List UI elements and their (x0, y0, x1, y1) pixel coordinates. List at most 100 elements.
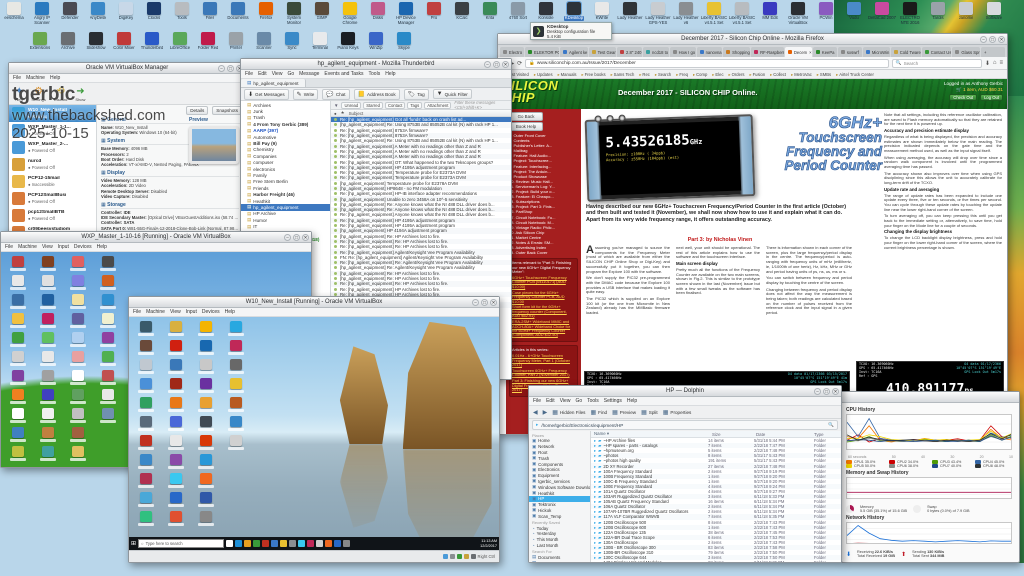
expander-icon[interactable]: ▸ (594, 560, 596, 562)
guest-desktop-icon[interactable] (35, 256, 61, 271)
filter-starred-button[interactable]: Starred (363, 102, 383, 109)
dolphin-file-list[interactable]: ▸▰~HP Archive files14 items5/31/18 5:44 … (591, 438, 841, 562)
filter-attachment-button[interactable]: Attachment (424, 102, 451, 109)
thread-column-icon[interactable]: ● (334, 111, 337, 116)
tag-button[interactable]: 🏷Tag (404, 89, 429, 100)
guest-desktop-icon[interactable] (133, 321, 159, 336)
settings-button[interactable]: ⚙Settings (31, 86, 45, 102)
filter-contact-button[interactable]: Contact (385, 102, 405, 109)
guest-desktop-icon[interactable] (5, 370, 31, 385)
guest-desktop-icon[interactable] (163, 321, 189, 336)
desktop-icon[interactable]: HP Device Manager (392, 2, 420, 25)
guest-desktop-icon[interactable] (133, 416, 159, 431)
desktop-icon[interactable]: DigiKey (112, 2, 140, 25)
tb-menu-go[interactable]: Go (287, 71, 294, 77)
desktop-icon[interactable]: GIMP (308, 2, 336, 25)
search-item[interactable]: ▤Images (529, 560, 590, 562)
dolphin-places-panel[interactable]: Places▣Home▣Network▣Root▣Trash▣Component… (529, 431, 591, 562)
vm-list-item[interactable]: PCP12-15mail● Inaccessible (9, 173, 96, 190)
guest-desktop-icon[interactable] (65, 332, 91, 347)
guest-desktop-icon[interactable] (163, 492, 189, 507)
bookmark-item[interactable]: ▸Collect (770, 72, 786, 77)
book-help-button[interactable]: Book Help (509, 122, 543, 131)
desktop-icon[interactable]: Files (196, 2, 224, 25)
browser-tab[interactable]: ELEKTOR PCB (525, 47, 559, 57)
w10-menu-input[interactable]: Input (186, 309, 197, 315)
snapshots-tab[interactable]: Snapshots (212, 106, 242, 115)
guest-desktop-icon[interactable] (163, 435, 189, 450)
guest-desktop-icon[interactable] (65, 446, 91, 461)
desktop-icon[interactable]: Scanner (250, 32, 278, 51)
tb-menu-view[interactable]: View (272, 71, 283, 77)
desktop-icon[interactable]: ELECTRO NTE 2016 (896, 2, 924, 25)
details-tab[interactable]: Details (186, 106, 208, 115)
browser-tab[interactable]: Shopping (723, 47, 750, 57)
desktop-icon[interactable]: AnyDesk (84, 2, 112, 25)
guest-desktop-icon[interactable] (193, 473, 219, 488)
sysmon-titlebar[interactable] (842, 392, 1019, 403)
xp-menu-file[interactable]: File (5, 244, 13, 250)
guest-desktop-icon[interactable] (133, 511, 159, 526)
guest-desktop-icon[interactable] (133, 340, 159, 355)
browser-tab[interactable]: Decem× (785, 47, 812, 57)
close-icon[interactable]: ✕ (998, 36, 1005, 43)
desktop-icon[interactable]: Piano Keys (334, 32, 362, 51)
desktop-icon[interactable]: DeltaCad 2007 (868, 2, 896, 25)
guest-desktop-icon[interactable] (193, 416, 219, 431)
dolphin-menu-settings[interactable]: Settings (604, 398, 622, 404)
w10-menu-devices[interactable]: Devices (202, 309, 220, 315)
guest-desktop-icon[interactable] (223, 416, 249, 431)
tb-menu-events-and-tasks[interactable]: Events and Tasks (324, 71, 363, 77)
star-column-icon[interactable]: ★ (341, 110, 345, 116)
guest-desktop-icon[interactable] (133, 454, 159, 469)
filter-hint[interactable]: Filter these messages <Ctrl+Shift+K> (454, 101, 508, 110)
guest-desktop-icon[interactable] (95, 313, 121, 328)
preview-button[interactable]: ▦Preview (612, 409, 636, 416)
guest-desktop-icon[interactable] (163, 359, 189, 374)
find-button[interactable]: ▦Find (590, 409, 607, 416)
file-row[interactable]: ▸▰140A Display Unit and Modules68 items6… (591, 560, 841, 562)
desktop-icon[interactable]: Oracle VM VirtualBox (784, 2, 812, 25)
w10-taskbar-icon[interactable] (325, 540, 332, 547)
dolphin-menu-go[interactable]: Go (575, 398, 582, 404)
desktop-icon[interactable]: Google Chrome (336, 2, 364, 25)
desktop-icon[interactable]: Tardis (924, 2, 952, 25)
guest-desktop-icon[interactable] (95, 389, 121, 404)
guest-desktop-icon[interactable] (223, 378, 249, 393)
desktop-icon[interactable]: Clocks (140, 2, 168, 25)
vm-list-item[interactable]: WXP_Master_2-...● Powered Off (9, 139, 96, 156)
vbox-menu-machine[interactable]: Machine (26, 75, 45, 81)
w10-guest-desktop[interactable]: ⊞ ○ Type here to search 11:13 AM12/2/201… (129, 317, 499, 562)
desktop-icon[interactable]: Slideshow (82, 32, 110, 51)
guest-desktop-icon[interactable] (223, 321, 249, 336)
guest-desktop-icon[interactable] (35, 408, 61, 423)
thunderbird-titlebar[interactable]: hp_agilent_equipment - Mozilla Thunderbi… (241, 59, 511, 70)
guest-desktop-icon[interactable] (65, 408, 91, 423)
guest-desktop-icon[interactable] (133, 378, 159, 393)
desktop-icon[interactable]: WinZip (362, 32, 390, 51)
guest-desktop-icon[interactable] (95, 332, 121, 347)
desktop-icon[interactable]: Lady Heather GPS-YES (644, 2, 672, 25)
desktop-icon[interactable]: Color Mixer (110, 32, 138, 51)
guest-desktop-icon[interactable] (193, 378, 219, 393)
minimize-icon[interactable]: – (980, 36, 987, 43)
split-button[interactable]: ▦Split (641, 409, 658, 416)
guest-desktop-icon[interactable] (133, 397, 159, 412)
guest-desktop-icon[interactable] (65, 256, 91, 271)
desktop-icon[interactable]: Lady Heather v6 (672, 2, 700, 25)
guest-desktop-icon[interactable] (163, 340, 189, 355)
guest-desktop-icon[interactable] (223, 435, 249, 450)
bookmark-item[interactable]: ▸Elec (712, 72, 723, 77)
w10-taskbar-icon[interactable] (289, 540, 296, 547)
desktop-icon[interactable]: Defender (56, 2, 84, 25)
cpu-legend-item[interactable]: CPU7 40.0% (932, 464, 972, 468)
series-item-link[interactable]: Touchscreen 6GHz+ Frequency Counter, Par… (512, 369, 575, 378)
browser-tab[interactable]: Electro (500, 47, 524, 57)
guest-desktop-icon[interactable] (133, 359, 159, 374)
desktop-icon[interactable]: Thunderbird (138, 32, 166, 51)
dolphin-menu-view[interactable]: View (560, 398, 571, 404)
guest-desktop-icon[interactable] (5, 351, 31, 366)
guest-desktop-icon[interactable] (35, 351, 61, 366)
store-item-link[interactable]: Short form kit for the 6GHz+ frequency c… (512, 305, 575, 318)
browser-tab[interactable]: sxswrf (838, 47, 862, 57)
